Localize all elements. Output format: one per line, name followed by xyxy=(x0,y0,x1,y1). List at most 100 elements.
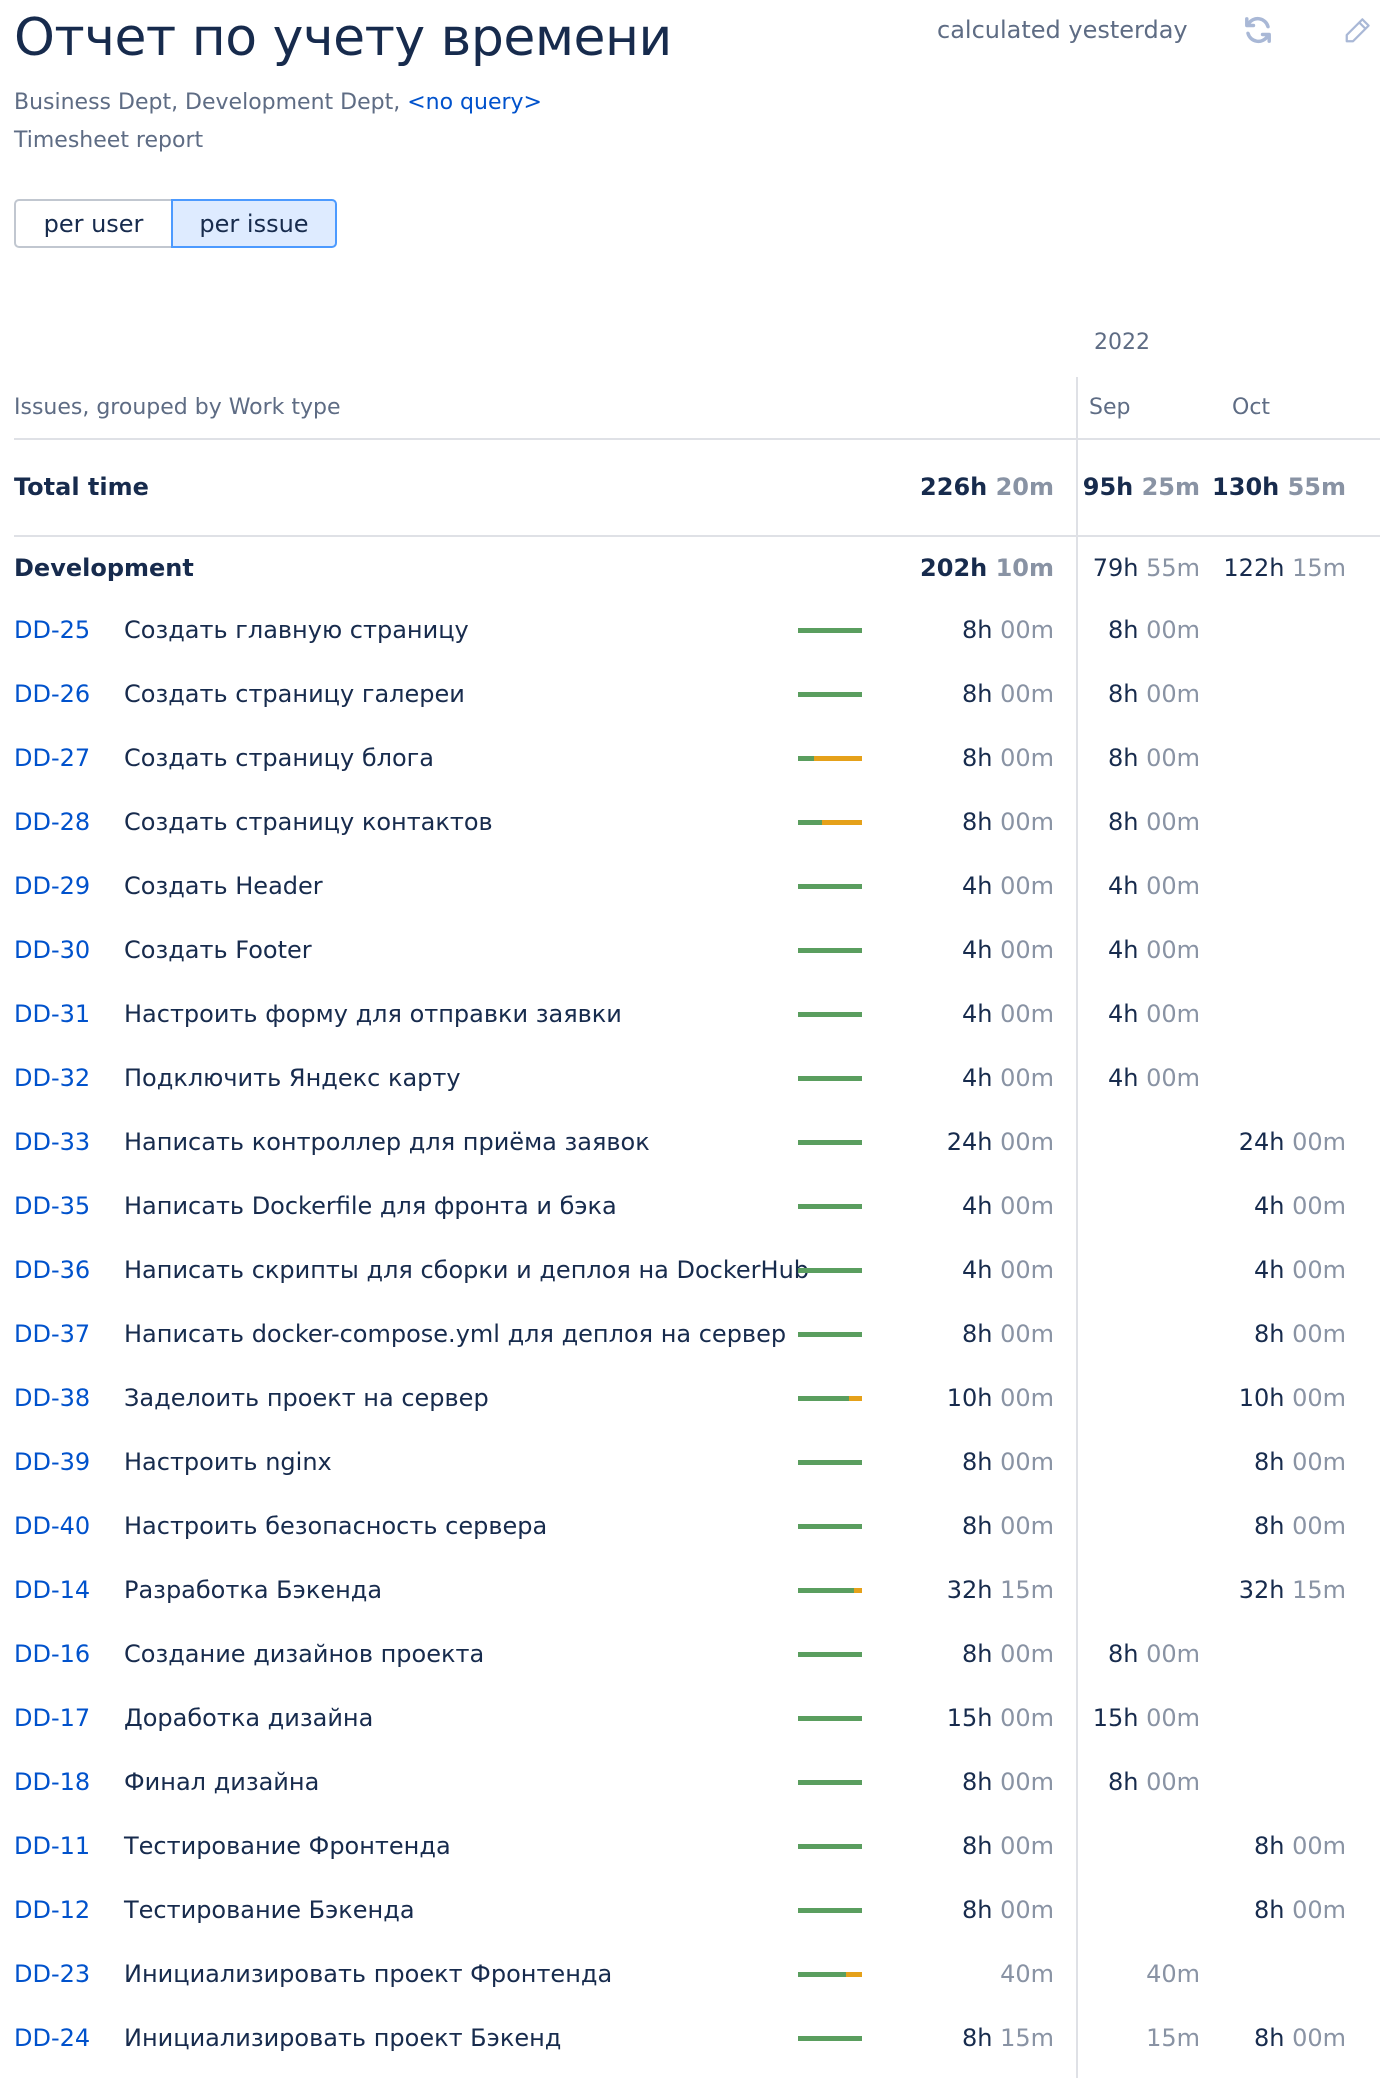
issue-key-link[interactable]: DD-23 xyxy=(14,1952,90,1996)
issue-summary: Доработка дизайна xyxy=(124,1704,374,1732)
calculated-status: calculated yesterday xyxy=(937,16,1188,44)
time-all: 8h 00m xyxy=(961,1768,1054,1796)
table-row: DD-32 Подключить Яндекс карту 4h 00m 4h 00m xyxy=(0,1056,1398,1100)
issue-summary: Заделоить проект на сервер xyxy=(124,1384,489,1412)
total-divider xyxy=(14,535,1380,537)
issue-key-link[interactable]: DD-28 xyxy=(14,800,90,844)
table-row: DD-37 Написать docker-compose.yml для деп… xyxy=(0,1312,1398,1356)
progress-bar xyxy=(798,1780,862,1785)
time-sep: 8h 00m xyxy=(1107,616,1200,644)
pencil-icon xyxy=(1345,18,1370,43)
issue-key-link[interactable]: DD-37 xyxy=(14,1312,90,1356)
issue-key-link[interactable]: DD-38 xyxy=(14,1376,90,1420)
progress-bar-logged xyxy=(798,1588,855,1593)
per-user-button[interactable]: per user xyxy=(14,199,173,248)
progress-bar-logged xyxy=(798,820,823,825)
issue-key-link[interactable]: DD-25 xyxy=(14,608,90,652)
progress-bar-logged xyxy=(798,948,862,953)
table-row: DD-39 Настроить nginx 8h 00m 8h 00m xyxy=(0,1440,1398,1484)
table-row: DD-27 Создать страницу блога 8h 00m 8h 00m xyxy=(0,736,1398,780)
issue-summary: Инициализировать проект Бэкенд xyxy=(124,2024,562,2052)
time-sep: 15h 00m xyxy=(1092,1704,1200,1732)
time-all: 4h 00m xyxy=(961,1192,1054,1220)
page-title: Отчет по учету времени xyxy=(14,8,672,68)
issue-summary: Настроить nginx xyxy=(124,1448,332,1476)
edit-button[interactable] xyxy=(1336,10,1380,50)
issue-key-link[interactable]: DD-35 xyxy=(14,1184,90,1228)
progress-bar-logged xyxy=(798,692,862,697)
issue-summary: Создать страницу контактов xyxy=(124,808,493,836)
time-all: 32h 15m xyxy=(946,1576,1054,1604)
time-sep: 8h 00m xyxy=(1107,808,1200,836)
progress-bar-logged xyxy=(798,1844,862,1849)
progress-bar xyxy=(798,628,862,633)
refresh-button[interactable] xyxy=(1236,10,1280,50)
issue-summary: Создать Header xyxy=(124,872,323,900)
issue-key-link[interactable]: DD-18 xyxy=(14,1760,90,1804)
time-sep: 4h 00m xyxy=(1107,1064,1200,1092)
issue-summary: Создать страницу галереи xyxy=(124,680,465,708)
issue-summary: Тестирование Бэкенда xyxy=(124,1896,415,1924)
time-all: 8h 00m xyxy=(961,1896,1054,1924)
grouping-header: Issues, grouped by Work type xyxy=(14,395,341,420)
progress-bar xyxy=(798,1076,862,1081)
issue-key-link[interactable]: DD-26 xyxy=(14,672,90,716)
query-link[interactable]: <no query> xyxy=(407,90,542,115)
time-all: 4h 00m xyxy=(961,936,1054,964)
issue-summary: Создание дизайнов проекта xyxy=(124,1640,485,1668)
progress-bar xyxy=(798,1652,862,1657)
issue-key-link[interactable]: DD-32 xyxy=(14,1056,90,1100)
month-header-oct: Oct xyxy=(1232,395,1271,420)
time-sep: 8h 00m xyxy=(1107,744,1200,772)
progress-bar-remaining xyxy=(854,1588,862,1593)
progress-bar xyxy=(798,1908,862,1913)
progress-bar xyxy=(798,1588,862,1593)
progress-bar xyxy=(798,1716,862,1721)
time-oct: 8h 00m xyxy=(1253,1448,1346,1476)
table-row: DD-31 Настроить форму для отправки заявки… xyxy=(0,992,1398,1036)
issue-key-link[interactable]: DD-12 xyxy=(14,1888,90,1932)
issue-key-link[interactable]: DD-17 xyxy=(14,1696,90,1740)
issue-key-link[interactable]: DD-40 xyxy=(14,1504,90,1548)
progress-bar xyxy=(798,1204,862,1209)
time-all: 8h 00m xyxy=(961,1320,1054,1348)
per-issue-button[interactable]: per issue xyxy=(171,199,337,248)
report-filters: Business Dept, Development Dept, <no que… xyxy=(14,90,542,115)
time-oct: 8h 00m xyxy=(1253,1512,1346,1540)
progress-bar xyxy=(798,1524,862,1529)
issue-summary: Инициализировать проект Фронтенда xyxy=(124,1960,613,1988)
issue-summary: Разработка Бэкенда xyxy=(124,1576,383,1604)
issue-key-link[interactable]: DD-36 xyxy=(14,1248,90,1292)
table-row: DD-35 Написать Dockerfile для фронта и бэ… xyxy=(0,1184,1398,1228)
table-row: DD-25 Создать главную страницу 8h 00m 8h 00… xyxy=(0,608,1398,652)
issue-summary: Создать главную страницу xyxy=(124,616,469,644)
time-oct: 8h 00m xyxy=(1253,1320,1346,1348)
table-row: DD-28 Создать страницу контактов 8h 00m 8h … xyxy=(0,800,1398,844)
issue-key-link[interactable]: DD-29 xyxy=(14,864,90,908)
issue-key-link[interactable]: DD-24 xyxy=(14,2016,90,2060)
issue-key-link[interactable]: DD-31 xyxy=(14,992,90,1036)
progress-bar-logged xyxy=(798,1012,862,1017)
issue-key-link[interactable]: DD-39 xyxy=(14,1440,90,1484)
time-oct: 24h 00m xyxy=(1238,1128,1346,1156)
time-oct: 8h 00m xyxy=(1253,1896,1346,1924)
issue-key-link[interactable]: DD-14 xyxy=(14,1568,90,1612)
time-all: 24h 00m xyxy=(946,1128,1054,1156)
time-all: 8h 00m xyxy=(961,1832,1054,1860)
issue-summary: Финал дизайна xyxy=(124,1768,320,1796)
progress-bar-logged xyxy=(798,1268,862,1273)
progress-bar xyxy=(798,1140,862,1145)
time-sep: 4h 00m xyxy=(1107,1000,1200,1028)
issue-summary: Подключить Яндекс карту xyxy=(124,1064,461,1092)
issue-summary: Написать скрипты для сборки и деплоя на … xyxy=(124,1256,810,1284)
total-row: Total time 226h 20m 95h 25m 130h 55m xyxy=(0,465,1398,509)
filters-text: Business Dept, Development Dept, xyxy=(14,90,401,115)
issue-key-link[interactable]: DD-33 xyxy=(14,1120,90,1164)
time-sep: 8h 00m xyxy=(1107,1768,1200,1796)
issue-key-link[interactable]: DD-11 xyxy=(14,1824,90,1868)
table-row: DD-18 Финал дизайна 8h 00m 8h 00m xyxy=(0,1760,1398,1804)
issue-key-link[interactable]: DD-27 xyxy=(14,736,90,780)
time-sep: 8h 00m xyxy=(1107,1640,1200,1668)
issue-key-link[interactable]: DD-16 xyxy=(14,1632,90,1676)
issue-key-link[interactable]: DD-30 xyxy=(14,928,90,972)
